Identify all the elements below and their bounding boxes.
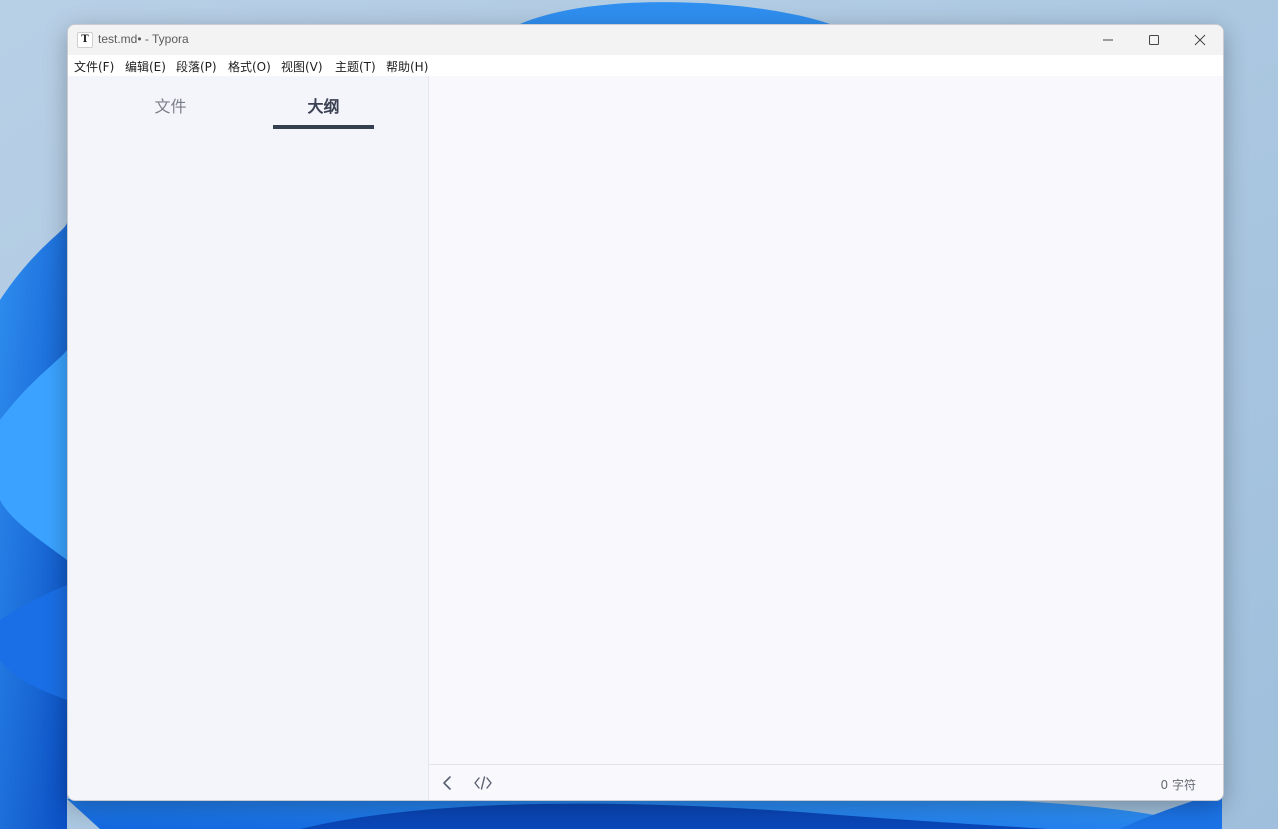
editor-area[interactable] xyxy=(429,76,1223,764)
minimize-icon xyxy=(1103,39,1113,41)
menu-view[interactable]: 视图(V) xyxy=(281,58,323,75)
menu-paragraph[interactable]: 段落(P) xyxy=(176,58,217,75)
active-tab-indicator xyxy=(273,125,374,129)
menu-bar: 文件(F) 编辑(E) 段落(P) 格式(O) 视图(V) 主题(T) 帮助(H… xyxy=(68,55,1223,76)
menu-help[interactable]: 帮助(H) xyxy=(386,58,428,75)
minimize-button[interactable] xyxy=(1085,25,1131,55)
chevron-left-icon xyxy=(443,776,451,790)
menu-edit[interactable]: 编辑(E) xyxy=(125,58,166,75)
tab-outline[interactable]: 大纲 xyxy=(273,93,374,117)
maximize-icon xyxy=(1149,35,1159,45)
menu-format[interactable]: 格式(O) xyxy=(228,58,271,75)
sidebar: 文件 大纲 xyxy=(68,76,429,800)
typora-window: T test.md• - Typora 文件(F) 编辑(E) 段落(P) 格式… xyxy=(67,24,1224,801)
desktop: T test.md• - Typora 文件(F) 编辑(E) 段落(P) 格式… xyxy=(0,0,1278,829)
tab-files[interactable]: 文件 xyxy=(120,93,221,117)
word-count[interactable]: 0 字符 xyxy=(1161,776,1196,793)
status-bar: 0 字符 xyxy=(429,764,1223,800)
source-mode-button[interactable] xyxy=(473,774,493,792)
code-icon xyxy=(474,776,492,790)
window-title: test.md• - Typora xyxy=(98,32,189,46)
maximize-button[interactable] xyxy=(1131,25,1177,55)
close-button[interactable] xyxy=(1177,25,1223,55)
menu-file[interactable]: 文件(F) xyxy=(74,58,114,75)
title-bar[interactable]: T test.md• - Typora xyxy=(68,25,1223,55)
typora-app-icon: T xyxy=(77,32,93,48)
menu-theme[interactable]: 主题(T) xyxy=(335,58,376,75)
close-icon xyxy=(1194,34,1206,46)
toggle-sidebar-button[interactable] xyxy=(438,774,458,792)
